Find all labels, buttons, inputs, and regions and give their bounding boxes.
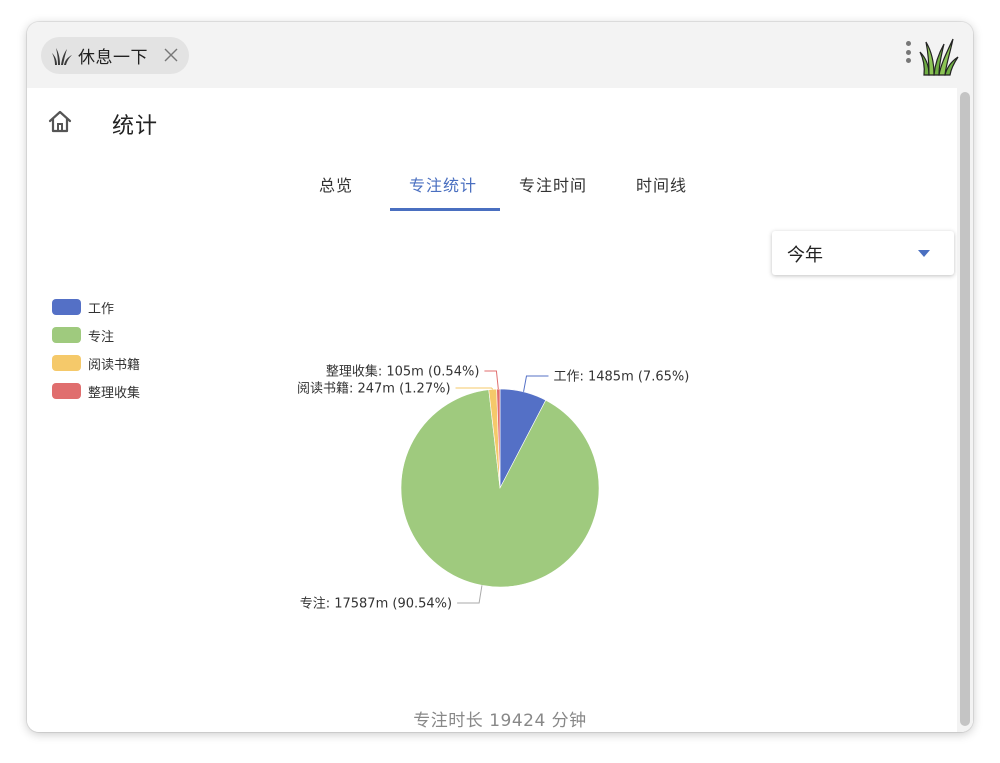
- grass-logo-icon: [919, 38, 959, 76]
- pie-label-organize: 整理收集: 105m (0.54%): [326, 364, 480, 380]
- pie-label-line-organize: [484, 370, 499, 390]
- break-chip-label: 休息一下: [78, 48, 148, 68]
- pie-label-line-work: [523, 375, 549, 392]
- break-chip[interactable]: 休息一下: [41, 37, 189, 74]
- title-bar: 休息一下: [27, 22, 973, 88]
- pie-label-line-focus: [457, 585, 483, 604]
- more-vertical-icon[interactable]: [903, 41, 913, 69]
- close-icon[interactable]: [163, 47, 179, 63]
- pie-label-focus: 专注: 17587m (90.54%): [300, 597, 452, 612]
- pie-label-work: 工作: 1485m (7.65%): [553, 370, 689, 385]
- focus-pie-chart: 工作: 1485m (7.65%) 专注: 17587m (90.54%) 阅读书籍…: [297, 364, 689, 612]
- pie-label-reading: 阅读书籍: 247m (1.27%): [297, 381, 451, 397]
- scrollbar-thumb[interactable]: [960, 92, 970, 726]
- grass-icon: [52, 47, 72, 65]
- focus-total-summary: 专注时长 19424 分钟: [413, 711, 587, 731]
- pie-label-line-reading: [455, 387, 494, 390]
- app-window: 休息一下 统计 总览 专注统计 专注时间 时间线 今年 工作 专注 阅读书籍 整…: [27, 22, 973, 732]
- statistics-page: 统计 总览 专注统计 专注时间 时间线 今年 工作 专注 阅读书籍 整理收集 工…: [27, 88, 973, 732]
